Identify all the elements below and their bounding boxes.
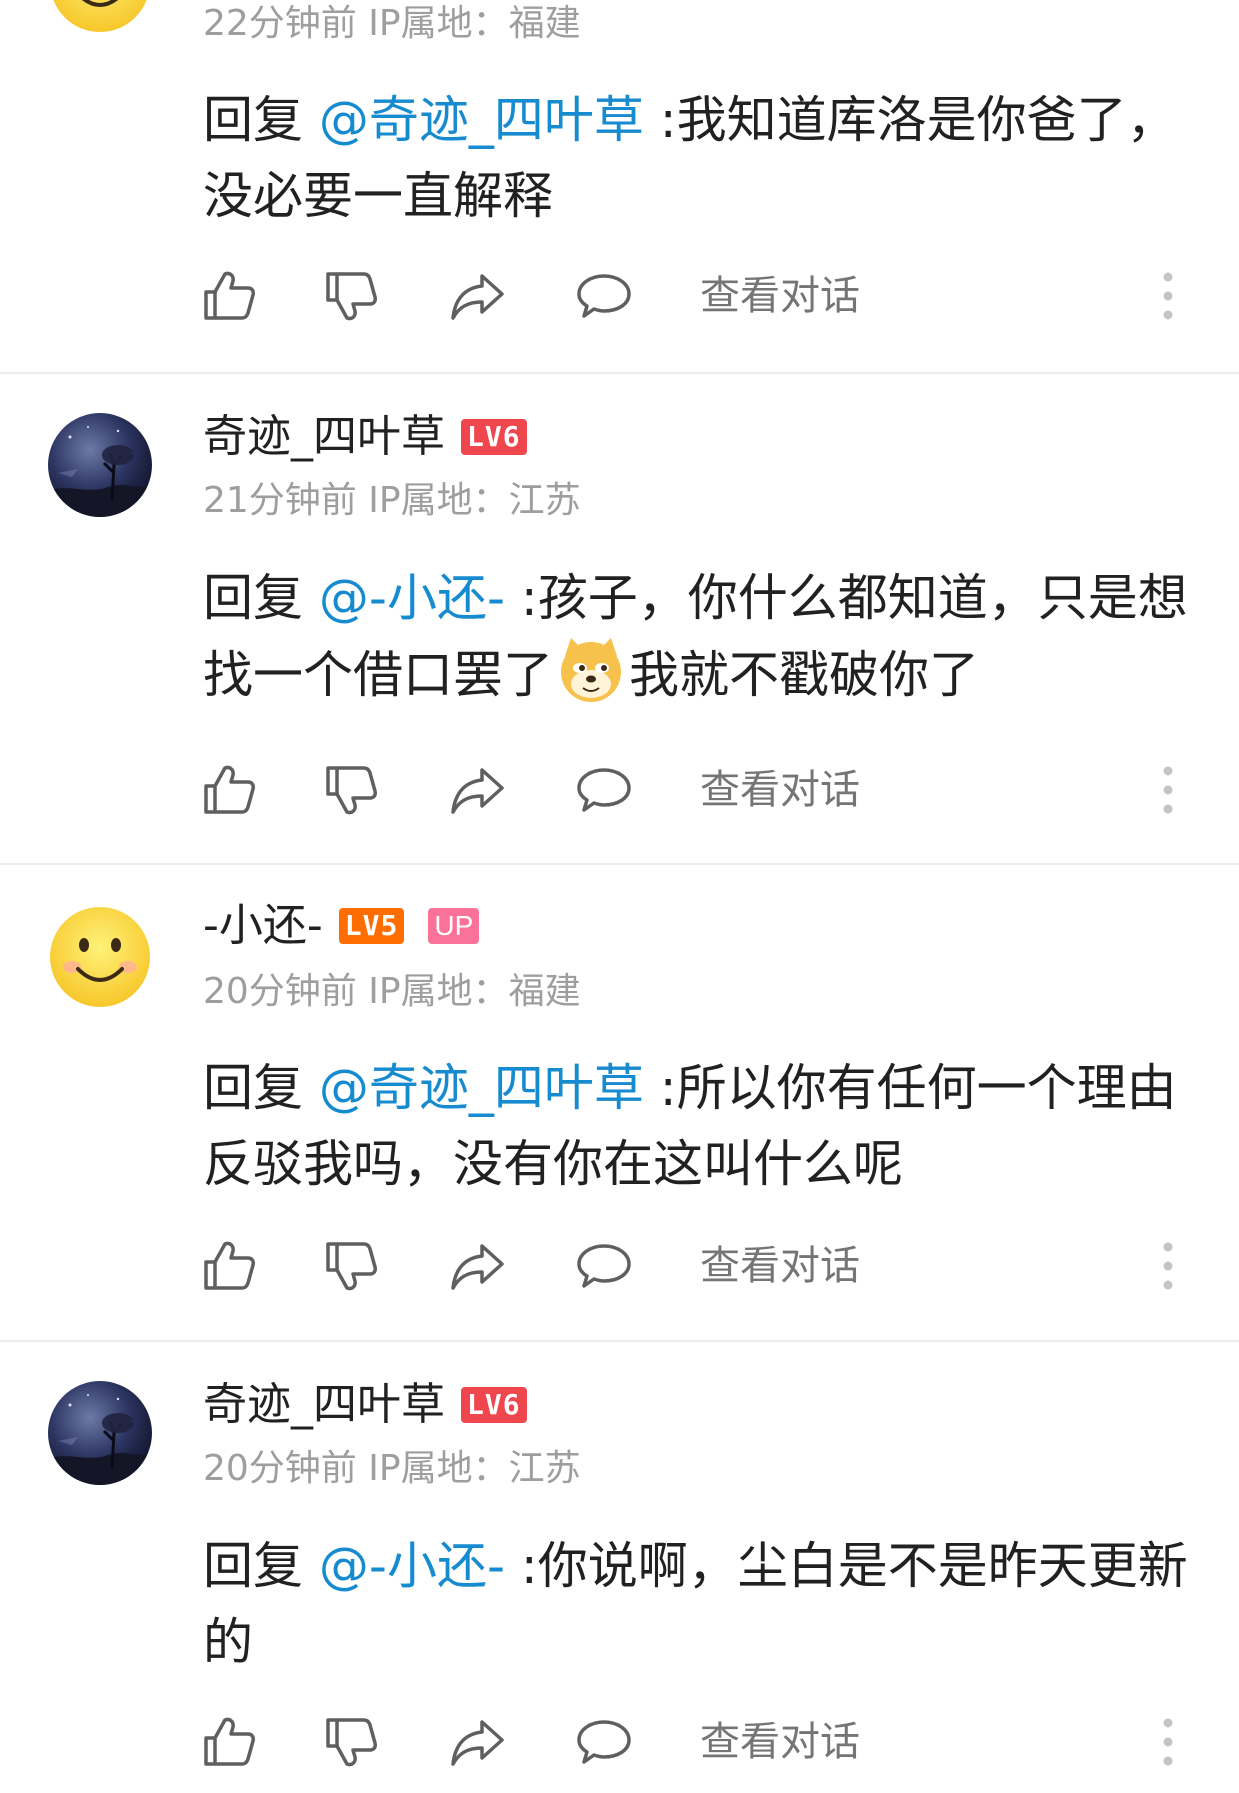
mention-link[interactable]: @奇迹_四叶草	[319, 91, 644, 149]
more-vertical-icon[interactable]	[1162, 271, 1174, 321]
reply-button[interactable]	[574, 1712, 634, 1772]
thumbs-down-icon	[322, 266, 382, 326]
reply-prefix: 回复	[203, 1059, 303, 1117]
level-badge: LV6	[461, 1387, 527, 1423]
like-button[interactable]	[200, 760, 260, 820]
avatar[interactable]	[48, 1381, 152, 1485]
avatar[interactable]	[48, 905, 152, 1009]
comment-actions: 查看对话	[0, 760, 1239, 820]
divider	[0, 863, 1239, 865]
thumbs-down-icon	[322, 1712, 382, 1772]
comment-meta: 20分钟前 IP属地：福建	[203, 971, 581, 1012]
comment-actions: 查看对话	[0, 266, 1239, 326]
comment-content: 回复 @奇迹_四叶草 :我知道库洛是你爸了，没必要一直解释	[203, 82, 1213, 234]
thumbs-down-icon	[322, 760, 382, 820]
dislike-button[interactable]	[322, 1712, 382, 1772]
view-conversation-link[interactable]: 查看对话	[700, 1712, 860, 1772]
username[interactable]: 奇迹_四叶草	[203, 1377, 445, 1433]
share-button[interactable]	[448, 1236, 508, 1296]
reply-button[interactable]	[574, 266, 634, 326]
mention-link[interactable]: @奇迹_四叶草	[319, 1059, 644, 1117]
like-button[interactable]	[200, 1236, 260, 1296]
doge-emoji-icon	[561, 638, 621, 702]
comment-bubble-icon	[574, 760, 634, 820]
up-badge: UP	[428, 908, 480, 944]
reply-button[interactable]	[574, 760, 634, 820]
view-conversation-link[interactable]: 查看对话	[700, 760, 860, 820]
level-badge: LV6	[461, 419, 527, 455]
view-conversation-link[interactable]: 查看对话	[700, 1236, 860, 1296]
dislike-button[interactable]	[322, 1236, 382, 1296]
thumbs-up-icon	[200, 760, 260, 820]
smiley-avatar-icon	[48, 905, 152, 1009]
share-icon	[448, 760, 508, 820]
comment-content: 回复 @-小还- :你说啊，尘白是不是昨天更新的	[203, 1528, 1213, 1680]
comment-meta: 20分钟前 IP属地：江苏	[203, 1448, 581, 1489]
avatar[interactable]	[48, 413, 152, 517]
comment-bubble-icon	[574, 1712, 634, 1772]
thumbs-up-icon	[200, 1236, 260, 1296]
name-row: -小还- LV5 UP	[203, 898, 480, 954]
view-conversation-link[interactable]: 查看对话	[700, 266, 860, 326]
thumbs-down-icon	[322, 1236, 382, 1296]
more-vertical-icon[interactable]	[1162, 1717, 1174, 1767]
name-row: 奇迹_四叶草 LV6	[203, 1377, 527, 1433]
more-vertical-icon[interactable]	[1162, 1241, 1174, 1291]
comment-text-continued: 我就不戳破你了	[629, 646, 979, 704]
like-button[interactable]	[200, 1712, 260, 1772]
comment-meta: 22分钟前 IP属地：福建	[203, 3, 581, 44]
comment-bubble-icon	[574, 266, 634, 326]
share-icon	[448, 266, 508, 326]
reply-prefix: 回复	[203, 91, 303, 149]
comment-content: 回复 @-小还- :孩子，你什么都知道，只是想找一个借口罢了 我就不戳破你了	[203, 560, 1213, 713]
reply-prefix: 回复	[203, 1537, 303, 1595]
avatar[interactable]	[48, 0, 152, 34]
name-row: 奇迹_四叶草 LV6	[203, 409, 527, 465]
share-icon	[448, 1712, 508, 1772]
username[interactable]: 奇迹_四叶草	[203, 409, 445, 465]
night-scene-avatar-icon	[48, 1381, 152, 1485]
username[interactable]: -小还-	[203, 898, 323, 954]
comment-bubble-icon	[574, 1236, 634, 1296]
comment-actions: 查看对话	[0, 1236, 1239, 1296]
dislike-button[interactable]	[322, 266, 382, 326]
thumbs-up-icon	[200, 266, 260, 326]
mention-link[interactable]: @-小还-	[319, 1537, 505, 1595]
share-button[interactable]	[448, 1712, 508, 1772]
divider	[0, 1340, 1239, 1342]
comment-actions: 查看对话	[0, 1712, 1239, 1772]
night-scene-avatar-icon	[48, 413, 152, 517]
share-icon	[448, 1236, 508, 1296]
comment-content: 回复 @奇迹_四叶草 :所以你有任何一个理由反驳我吗，没有你在这叫什么呢	[203, 1050, 1213, 1202]
dislike-button[interactable]	[322, 760, 382, 820]
comment-meta: 21分钟前 IP属地：江苏	[203, 480, 581, 521]
smiley-avatar-icon	[48, 0, 152, 34]
share-button[interactable]	[448, 266, 508, 326]
reply-button[interactable]	[574, 1236, 634, 1296]
thumbs-up-icon	[200, 1712, 260, 1772]
divider	[0, 372, 1239, 374]
level-badge: LV5	[338, 908, 405, 944]
mention-link[interactable]: @-小还-	[319, 569, 505, 627]
reply-prefix: 回复	[203, 569, 303, 627]
share-button[interactable]	[448, 760, 508, 820]
like-button[interactable]	[200, 266, 260, 326]
more-vertical-icon[interactable]	[1162, 765, 1174, 815]
